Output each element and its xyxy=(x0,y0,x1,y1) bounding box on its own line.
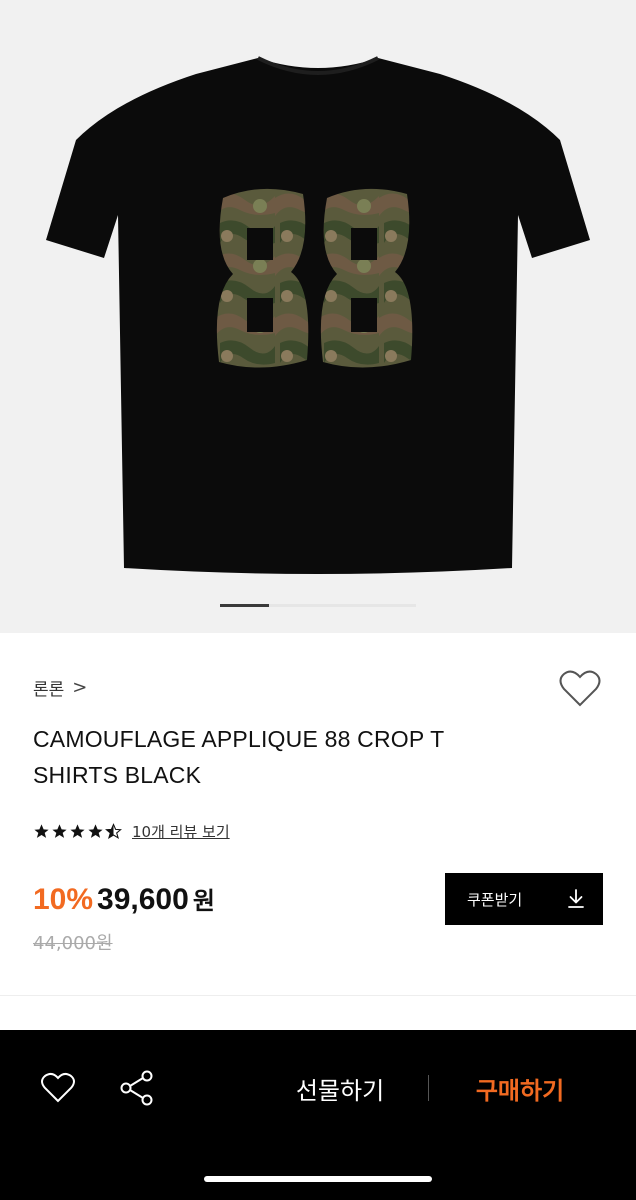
pager-segment xyxy=(269,604,318,607)
wishlist-button[interactable] xyxy=(558,669,602,709)
star-half-icon xyxy=(105,822,122,839)
wish-button[interactable] xyxy=(40,1072,76,1108)
chevron-right-icon: > xyxy=(72,676,88,698)
bottom-bar-separator xyxy=(428,1075,429,1101)
tshirt-shape xyxy=(46,58,590,574)
gallery-pager xyxy=(220,604,416,607)
discount-rate: 10% xyxy=(33,883,94,916)
pager-segment xyxy=(318,604,367,607)
bottom-action-bar: 선물하기 구매하기 xyxy=(0,1030,636,1200)
buy-button[interactable]: 구매하기 xyxy=(450,1068,590,1108)
sale-price-unit: 원 xyxy=(192,888,215,915)
product-title: CAMOUFLAGE APPLIQUE 88 CROP T SHIRTS BLA… xyxy=(33,726,444,788)
heart-outline-icon xyxy=(41,1072,75,1103)
coupon-download-button[interactable]: 쿠폰받기 xyxy=(445,873,603,925)
rating-row: 10개 리뷰 보기 xyxy=(33,819,230,843)
product-image xyxy=(0,0,636,633)
download-icon xyxy=(568,889,584,908)
price-row: 10% 39,600 원 xyxy=(33,881,215,917)
coupon-label: 쿠폰받기 xyxy=(467,890,523,909)
brand-link[interactable]: 론론 > xyxy=(33,673,87,701)
star-filled-icon xyxy=(34,823,49,838)
pager-segment-active xyxy=(220,604,269,607)
share-icon xyxy=(120,1070,153,1106)
review-link[interactable]: 10개 리뷰 보기 xyxy=(132,821,230,842)
star-filled-icon xyxy=(88,823,103,838)
pager-segment xyxy=(367,604,416,607)
brand-label: 론론 xyxy=(33,679,65,700)
original-price: 44,000원 xyxy=(33,933,113,954)
star-filled-icon xyxy=(52,823,67,838)
gift-button[interactable]: 선물하기 xyxy=(270,1068,410,1108)
share-button[interactable] xyxy=(118,1070,156,1110)
heart-outline-icon xyxy=(559,670,601,707)
star-filled-icon xyxy=(70,823,85,838)
product-image-gallery[interactable] xyxy=(0,0,636,633)
home-indicator xyxy=(204,1176,432,1182)
rating-stars xyxy=(33,822,122,840)
section-divider xyxy=(0,995,636,996)
sale-price: 39,600 xyxy=(97,883,189,916)
